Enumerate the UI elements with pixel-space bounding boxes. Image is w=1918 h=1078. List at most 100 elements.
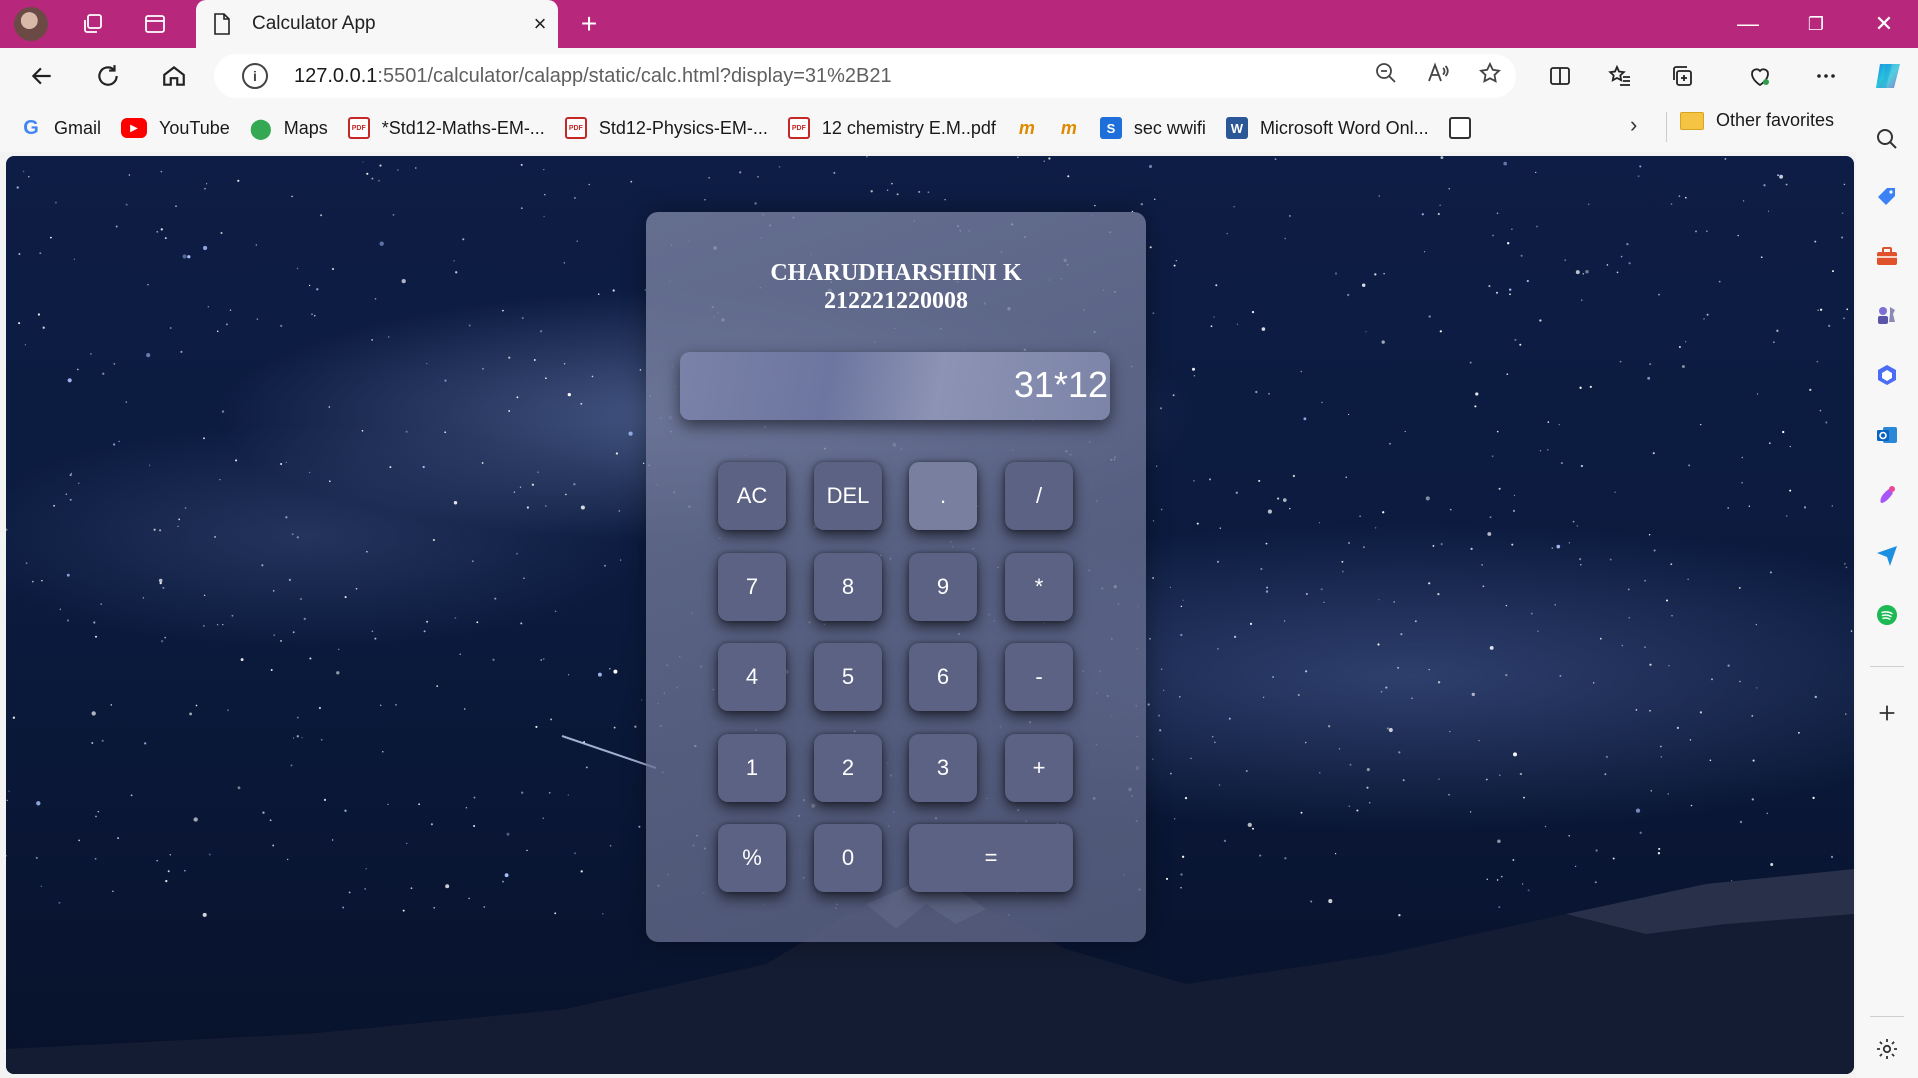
favorite-star-icon[interactable] [1464,61,1516,91]
favorite-label: Std12-Physics-EM-... [598,117,768,138]
collections-icon[interactable] [1662,56,1702,96]
edge-sidebar [1856,104,1918,1078]
key-del[interactable]: DEL [814,462,882,530]
url-path: :5501/calculator/calapp/static/calc.html… [377,64,892,87]
favorite-m-2[interactable]: m [1058,111,1092,145]
favorite-label: Microsoft Word Onl... [1259,117,1429,138]
key-ac[interactable]: AC [718,462,786,530]
sidebar-divider [1870,666,1904,667]
key-dot[interactable]: . [909,462,977,530]
site-info-icon[interactable]: i [242,63,268,89]
favorite-document[interactable] [1448,111,1495,145]
student-id: 212221220008 [824,288,968,314]
key-7[interactable]: 7 [718,553,786,621]
pdf-icon: PDF [347,117,370,139]
favorite-sec-wwifi[interactable]: Ssec wwifi [1099,111,1218,145]
key-1[interactable]: 1 [718,734,786,802]
page-viewport: CHARUDHARSHINI K 212221220008 31*12 AC D… [6,156,1854,1074]
tab-actions-icon[interactable] [138,7,172,41]
profile-avatar[interactable] [14,7,48,41]
back-button[interactable] [22,56,62,96]
read-aloud-icon[interactable] [1412,61,1464,91]
restore-button[interactable]: ❐ [1782,0,1850,48]
navigation-bar: i 127.0.0.1:5501/calculator/calapp/stati… [0,48,1918,104]
key-0[interactable]: 0 [814,824,882,892]
word-icon: W [1225,117,1248,139]
favorite-maps[interactable]: ⬤ Maps [250,111,340,145]
key-equals[interactable]: = [909,824,1073,892]
microsoft-365-icon[interactable] [1872,360,1902,390]
youtube-icon: ▶ [121,118,148,138]
more-options-icon[interactable] [1806,56,1846,96]
key-8[interactable]: 8 [814,553,882,621]
designer-icon[interactable] [1872,480,1902,510]
add-icon[interactable] [1872,698,1902,728]
s-icon: S [1099,117,1122,139]
tab-close-button[interactable]: × [522,11,558,37]
close-window-button[interactable]: ✕ [1850,0,1918,48]
key-5[interactable]: 5 [814,643,882,711]
key-percent[interactable]: % [718,824,786,892]
home-button[interactable] [154,56,194,96]
student-name: CHARUDHARSHINI K [770,260,1022,286]
favorite-label: *Std12-Maths-EM-... [381,117,545,138]
pdf-icon: PDF [564,117,587,139]
tab-title: Calculator App [252,13,376,34]
games-icon[interactable] [1872,300,1902,330]
pdf-icon: PDF [787,117,810,139]
other-favorites[interactable]: Other favorites [1680,110,1834,131]
google-icon: G [23,116,39,139]
tab-calculator-app[interactable]: Calculator App × [196,0,558,48]
favorite-youtube[interactable]: ▶ YouTube [121,111,242,145]
url-text[interactable]: 127.0.0.1:5501/calculator/calapp/static/… [294,65,1360,88]
refresh-button[interactable] [88,56,128,96]
new-tab-button[interactable]: + [572,7,606,41]
url-host: 127.0.0.1 [294,64,378,87]
key-6[interactable]: 6 [909,643,977,711]
address-bar[interactable]: i 127.0.0.1:5501/calculator/calapp/stati… [214,54,1516,98]
browser-essentials-icon[interactable] [1740,56,1780,96]
favorite-word-online[interactable]: W Microsoft Word Onl... [1225,111,1441,145]
folder-icon [1680,111,1704,130]
settings-gear-icon[interactable] [1872,1034,1902,1064]
favorite-chemistry-pdf[interactable]: PDF 12 chemistry E.M..pdf [787,111,1008,145]
key-plus[interactable]: + [1005,734,1073,802]
favorite-label: sec wwifi [1133,117,1206,138]
display-value: 31*12 [1013,364,1108,405]
other-favorites-label: Other favorites [1716,110,1835,130]
favorites-icon[interactable] [1600,56,1640,96]
document-icon [1448,117,1471,139]
favorite-physics-pdf[interactable]: PDF Std12-Physics-EM-... [564,111,780,145]
shopping-tag-icon[interactable] [1872,182,1902,212]
maps-icon: ⬤ [249,117,272,140]
m-icon: m [1018,117,1035,138]
calculator-display: 31*12 [680,352,1110,420]
key-9[interactable]: 9 [909,553,977,621]
key-minus[interactable]: - [1005,643,1073,711]
copilot-icon[interactable] [1868,56,1908,96]
favorite-gmail[interactable]: G Gmail [20,111,113,145]
key-4[interactable]: 4 [718,643,786,711]
spotify-icon[interactable] [1872,600,1902,630]
key-3[interactable]: 3 [909,734,977,802]
key-2[interactable]: 2 [814,734,882,802]
more-favorites-chevron-icon[interactable]: › [1630,112,1637,138]
favorites-divider [1666,112,1667,142]
outlook-icon[interactable] [1872,420,1902,450]
zoom-out-icon[interactable] [1360,61,1412,91]
favorite-m-1[interactable]: m [1016,111,1050,145]
tools-icon[interactable] [1872,242,1902,272]
title-bar: Calculator App × + — ❐ ✕ [0,0,1918,48]
m-icon: m [1060,117,1077,138]
page-icon [212,13,234,35]
key-divide[interactable]: / [1005,462,1073,530]
sidebar-divider [1870,1016,1904,1017]
send-icon[interactable] [1872,540,1902,570]
search-icon[interactable] [1872,124,1902,154]
favorite-maths-pdf[interactable]: PDF *Std12-Maths-EM-... [347,111,557,145]
split-screen-icon[interactable] [1540,56,1580,96]
minimize-button[interactable]: — [1714,0,1782,48]
workspaces-icon[interactable] [76,7,110,41]
favorite-label: YouTube [159,117,230,138]
key-multiply[interactable]: * [1005,553,1073,621]
